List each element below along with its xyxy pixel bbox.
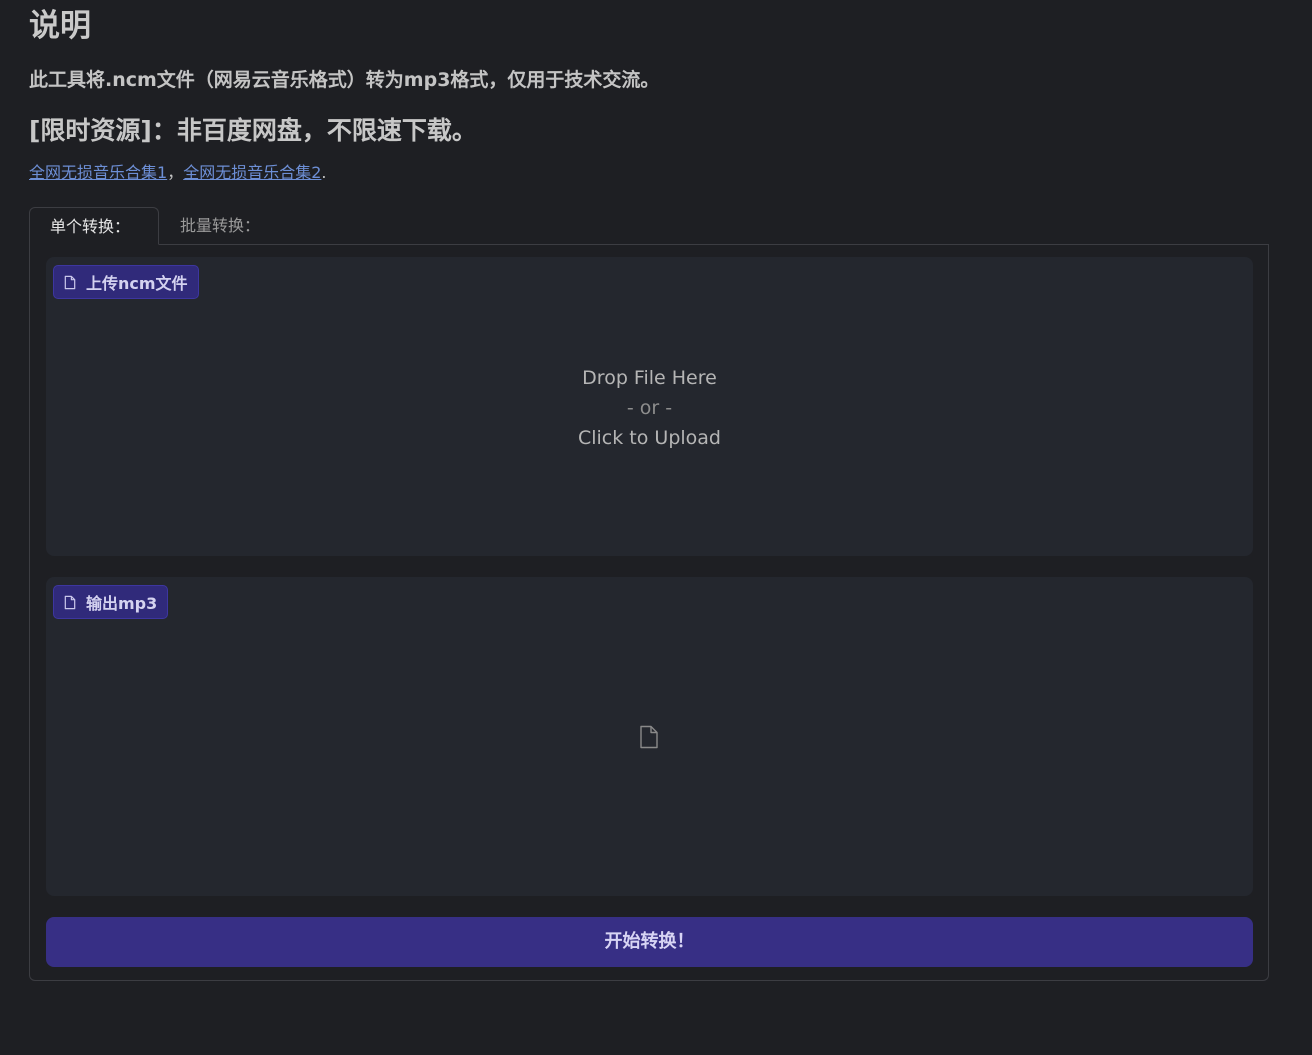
resource-link-1[interactable]: 全网无损音乐合集1 <box>29 163 167 182</box>
file-icon <box>63 275 77 290</box>
upload-label-text: 上传ncm文件 <box>86 274 188 293</box>
resource-link-2[interactable]: 全网无损音乐合集2 <box>183 163 321 182</box>
tab-single-convert[interactable]: 单个转换： <box>29 207 159 245</box>
output-label-text: 输出mp3 <box>86 594 158 613</box>
page-title: 说明 <box>29 8 91 44</box>
output-box: 输出mp3 <box>46 577 1253 896</box>
upload-label: 上传ncm文件 <box>53 265 199 299</box>
convert-tabs: 单个转换： 批量转换： 上传ncm文件 Drop File Here - or <box>29 207 1269 981</box>
tab-bar: 单个转换： 批量转换： <box>29 207 1269 245</box>
promo-heading: [限时资源]：非百度网盘，不限速下载。 <box>29 116 477 145</box>
file-icon <box>63 595 77 610</box>
link-end: . <box>321 163 327 182</box>
output-label: 输出mp3 <box>53 585 169 619</box>
tab-batch-convert[interactable]: 批量转换： <box>160 207 280 245</box>
empty-file-icon <box>638 725 660 753</box>
tab-panel-single: 上传ncm文件 Drop File Here - or - Click to U… <box>29 244 1269 981</box>
click-upload-text: Click to Upload <box>577 427 721 449</box>
start-convert-button[interactable]: 开始转换！ <box>46 917 1253 967</box>
or-text: - or - <box>626 397 673 419</box>
page: 说明 此工具将.ncm文件（网易云音乐格式）转为mp3格式，仅用于技术交流。 [… <box>0 0 1312 1055</box>
link-separator: ， <box>167 163 184 182</box>
resource-links: 全网无损音乐合集1，全网无损音乐合集2. <box>29 161 326 185</box>
drop-instructions: Drop File Here - or - Click to Upload <box>46 363 1253 453</box>
tool-description: 此工具将.ncm文件（网易云音乐格式）转为mp3格式，仅用于技术交流。 <box>29 69 660 91</box>
upload-dropzone[interactable]: 上传ncm文件 Drop File Here - or - Click to U… <box>46 257 1253 556</box>
drop-file-text: Drop File Here <box>582 367 717 389</box>
